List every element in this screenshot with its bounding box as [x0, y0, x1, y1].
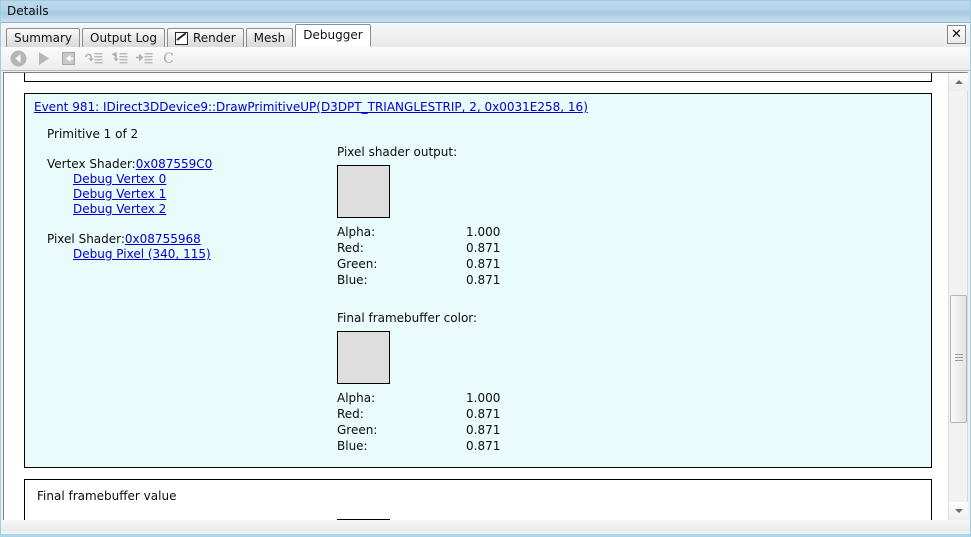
window-title: Details — [7, 4, 49, 18]
final-framebuffer-color-block: Final framebuffer color: Alpha: 1.000 Re… — [337, 311, 667, 454]
arrow-down-icon — [954, 509, 963, 513]
channel-value: 1.000 — [466, 225, 501, 239]
run-to-cursor-button — [132, 48, 155, 70]
tab-mesh-label: Mesh — [253, 31, 286, 45]
pixel-shader-output-block: Pixel shader output: Alpha: 1.000 Red: 0… — [337, 145, 667, 288]
channel-value: 0.871 — [466, 439, 501, 453]
channel-name: Blue: — [337, 439, 368, 453]
close-icon: ✕ — [951, 27, 962, 42]
tab-mesh[interactable]: Mesh — [245, 28, 294, 47]
back-arrow-icon — [10, 50, 27, 67]
continue-button[interactable] — [32, 48, 55, 70]
tab-render[interactable]: Render — [166, 28, 244, 47]
window-titlebar: Details — [1, 1, 970, 23]
tab-output-log-label: Output Log — [90, 31, 157, 45]
channel-value: 0.871 — [466, 241, 501, 255]
channel-name: Red: — [337, 407, 364, 421]
scroll-up-button[interactable] — [949, 73, 968, 91]
channel-value: 1.000 — [466, 391, 501, 405]
pixel-shader-label: Pixel Shader: — [47, 232, 125, 246]
tab-output-log[interactable]: Output Log — [82, 28, 165, 47]
step-over-button — [82, 48, 105, 70]
channel-row: Blue: 0.871 — [337, 438, 667, 454]
channel-name: Alpha: — [337, 391, 376, 405]
vertex-shader-address-link[interactable]: 0x087559C0 — [136, 157, 213, 171]
color-column: Pixel shader output: Alpha: 1.000 Red: 0… — [337, 145, 667, 454]
tab-summary[interactable]: Summary — [6, 28, 80, 47]
channel-value: 0.871 — [466, 273, 501, 287]
step-into-icon — [110, 51, 128, 66]
arrow-up-icon — [954, 80, 963, 84]
step-out-icon — [61, 51, 77, 66]
debugger-scroll-content: Event 981: IDirect3DDevice9::DrawPrimiti… — [4, 73, 948, 520]
debug-vertex-0-link[interactable]: Debug Vertex 0 — [73, 172, 166, 186]
pixel-shader-address-link[interactable]: 0x08755968 — [125, 232, 201, 246]
channel-row: Red: 0.871 — [337, 240, 667, 256]
window-bottom-strip — [1, 520, 970, 531]
debugger-client-area: Event 981: IDirect3DDevice9::DrawPrimiti… — [3, 72, 968, 521]
run-to-cursor-icon — [135, 51, 153, 66]
clear-button: C — [157, 48, 180, 70]
channel-row: Alpha: 1.000 — [337, 390, 667, 406]
debug-vertex-0-row: Debug Vertex 0 — [73, 172, 337, 186]
letter-c-icon: C — [163, 50, 174, 67]
shader-column: Vertex Shader:0x087559C0 Debug Vertex 0 … — [47, 157, 337, 262]
step-out-button — [57, 48, 80, 70]
grip-icon — [955, 354, 963, 361]
event-header-link[interactable]: Event 981: IDirect3DDevice9::DrawPrimiti… — [25, 94, 588, 114]
debug-pixel-0-row: Debug Pixel (340, 115) — [73, 247, 337, 261]
column-spacer — [47, 217, 337, 232]
debugger-toolbar: C — [1, 47, 970, 71]
debug-vertex-1-row: Debug Vertex 1 — [73, 187, 337, 201]
tab-render-label: Render — [192, 31, 236, 45]
vertical-scrollbar[interactable] — [948, 73, 968, 520]
channel-value: 0.871 — [466, 257, 501, 271]
pixel-shader-output-swatch — [337, 165, 390, 218]
channel-row: Alpha: 1.000 — [337, 224, 667, 240]
step-into-button — [107, 48, 130, 70]
channel-row: Green: 0.871 — [337, 256, 667, 272]
back-button[interactable] — [7, 48, 30, 70]
scrollbar-thumb[interactable] — [950, 295, 967, 423]
debug-vertex-2-link[interactable]: Debug Vertex 2 — [73, 202, 166, 216]
previous-panel-clipped — [24, 73, 932, 82]
debug-vertex-1-link[interactable]: Debug Vertex 1 — [73, 187, 166, 201]
debug-pixel-link[interactable]: Debug Pixel (340, 115) — [73, 247, 211, 261]
pixel-shader-output-values: Alpha: 1.000 Red: 0.871 Green: 0.871 Blu… — [337, 224, 667, 288]
tab-bar: Summary Output Log Render Mesh Debugger … — [1, 23, 970, 47]
debug-vertex-2-row: Debug Vertex 2 — [73, 202, 337, 216]
final-framebuffer-color-swatch — [337, 331, 390, 384]
step-over-icon — [84, 51, 103, 66]
tab-summary-label: Summary — [14, 31, 72, 45]
primitive-label: Primitive 1 of 2 — [47, 127, 139, 141]
event-panel: Event 981: IDirect3DDevice9::DrawPrimiti… — [24, 93, 932, 468]
scroll-down-button[interactable] — [949, 502, 968, 520]
tab-debugger[interactable]: Debugger — [295, 24, 371, 47]
channel-row: Green: 0.871 — [337, 422, 667, 438]
channel-row: Red: 0.871 — [337, 406, 667, 422]
edit-icon — [174, 31, 188, 45]
pixel-shader-output-title: Pixel shader output: — [337, 145, 458, 159]
final-framebuffer-value-title: Final framebuffer value — [37, 489, 177, 503]
channel-value: 0.871 — [466, 407, 501, 421]
play-icon — [37, 51, 51, 66]
channel-name: Red: — [337, 241, 364, 255]
channel-name: Alpha: — [337, 225, 376, 239]
tab-debugger-label: Debugger — [303, 27, 363, 42]
channel-name: Blue: — [337, 273, 368, 287]
pixel-shader-line: Pixel Shader:0x08755968 — [47, 232, 337, 246]
details-window: Details Summary Output Log Render Mesh D… — [0, 0, 971, 537]
close-button[interactable]: ✕ — [947, 25, 966, 44]
final-framebuffer-value-panel: Final framebuffer value — [24, 479, 932, 520]
vertex-shader-line: Vertex Shader:0x087559C0 — [47, 157, 337, 171]
channel-value: 0.871 — [466, 423, 501, 437]
vertex-shader-label: Vertex Shader: — [47, 157, 136, 171]
channel-name: Green: — [337, 423, 378, 437]
channel-name: Green: — [337, 257, 378, 271]
final-framebuffer-color-title: Final framebuffer color: — [337, 311, 478, 325]
channel-row: Blue: 0.871 — [337, 272, 667, 288]
final-framebuffer-color-values: Alpha: 1.000 Red: 0.871 Green: 0.871 Blu… — [337, 390, 667, 454]
